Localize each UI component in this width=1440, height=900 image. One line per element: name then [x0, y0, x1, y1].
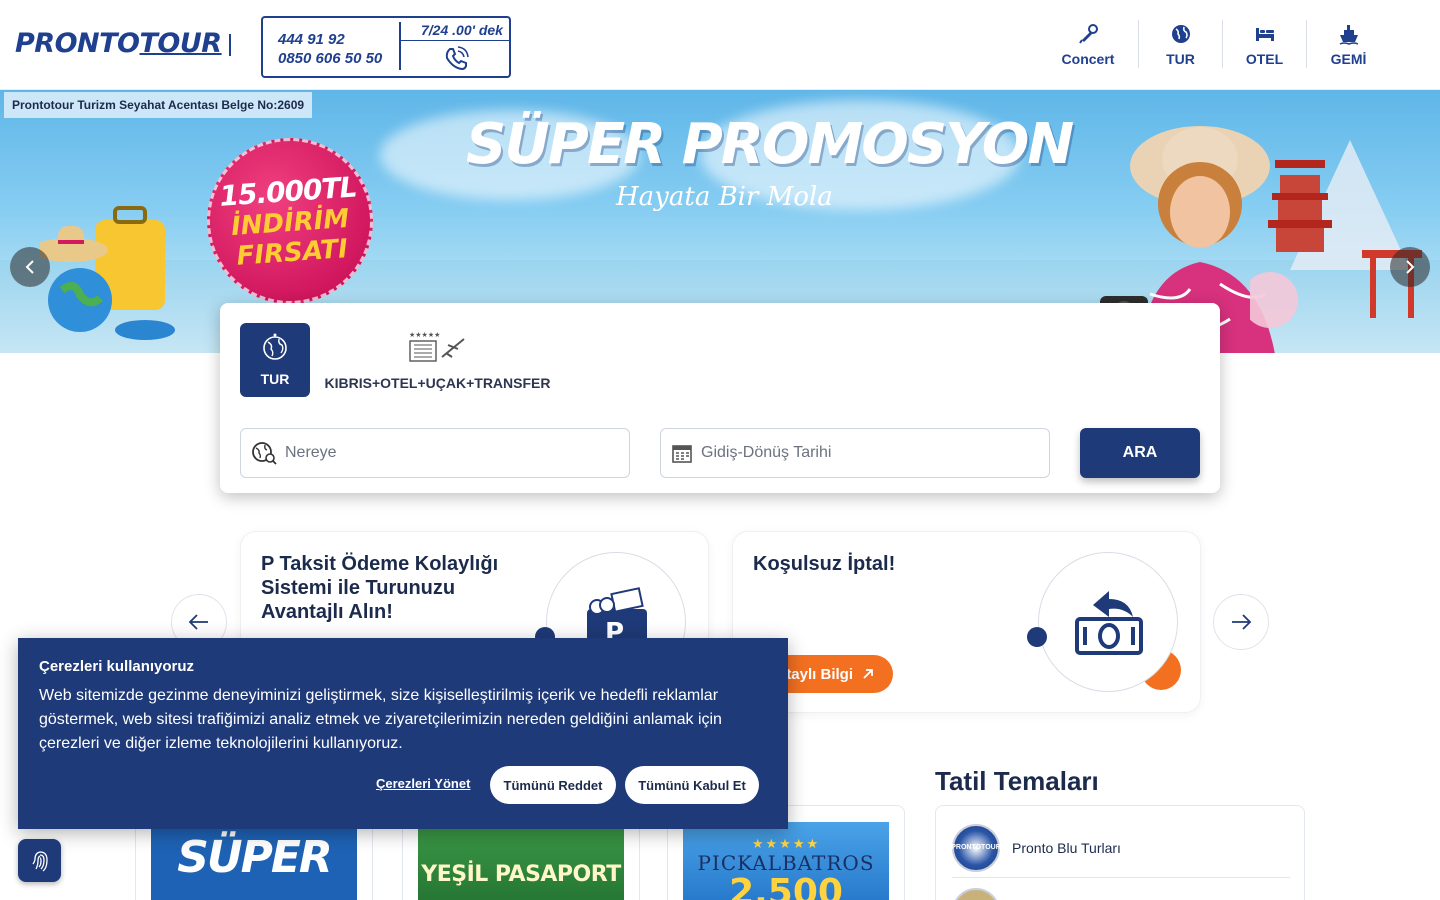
cookie-settings-button[interactable]	[18, 839, 61, 882]
phone-number-1: 444 91 92	[278, 31, 345, 48]
destination-input[interactable]	[285, 444, 605, 462]
fingerprint-icon	[31, 850, 48, 872]
support-hours: 7/24 .00' dek	[421, 22, 503, 38]
promo-image: SÜPER	[151, 822, 357, 900]
cookie-title: Çerezleri kullanıyoruz	[39, 658, 195, 675]
cookie-text: Web sitemizde gezinme deneyiminizi geliş…	[39, 687, 722, 752]
tab-kibris-label: KIBRIS+OTEL+UÇAK+TRANSFER	[324, 375, 551, 391]
phone-numbers: 444 91 92 0850 606 50 50	[278, 30, 382, 68]
cookie-banner: Çerezleri kullanıyoruz Web sitemizde gez…	[18, 638, 788, 829]
badge-line-opportunity: FIRSATI	[235, 233, 349, 272]
promo-text: YEŞİL PASAPORT	[421, 862, 621, 887]
nav-item-tur[interactable]: TUR	[1138, 20, 1222, 68]
tab-kibris-package[interactable]: ★★★★★ KIBRIS+OTEL+UÇAK+TRANSFER	[325, 331, 551, 397]
search-panel: TUR ★★★★★ KIBRIS+OTEL+UÇAK+TRANSFER ARA	[220, 303, 1220, 493]
date-input[interactable]	[701, 444, 1021, 462]
license-label: Prontotour Turizm Seyahat Acentası Belge…	[4, 92, 313, 118]
destination-field[interactable]	[240, 428, 630, 478]
nav-label-concert: Concert	[1061, 51, 1115, 67]
tab-tur-label: TUR	[260, 371, 290, 387]
accept-all-button[interactable]: Tümünü Kabul Et	[625, 766, 759, 804]
chevron-right-icon	[1406, 260, 1415, 274]
card-icon-circle	[1038, 552, 1178, 692]
main-nav: Concert TUR OTEL GEMİ	[1038, 20, 1390, 68]
globe-icon	[1171, 25, 1190, 43]
arrow-left-icon	[188, 614, 208, 630]
pagoda-illustration	[1250, 140, 1422, 328]
card-title: P Taksit Ödeme Kolaylığı Sistemi ile Tur…	[261, 553, 499, 623]
list-item[interactable]: PRONTOTOUR Pronto Blu Turları	[951, 818, 1290, 878]
reject-all-button[interactable]: Tümünü Reddet	[490, 766, 616, 804]
holiday-themes-title: Tatil Temaları	[935, 766, 1099, 796]
logo[interactable]: PRONTOTOUR	[15, 28, 222, 59]
logo-divider	[229, 34, 231, 56]
phone-icon	[445, 46, 469, 71]
cards-next-button[interactable]	[1213, 594, 1269, 650]
phone-box[interactable]: 444 91 92 0850 606 50 50 7/24 .00' dek	[261, 16, 511, 78]
nav-item-otel[interactable]: OTEL	[1222, 20, 1306, 68]
promo-image: YEŞİL PASAPORT	[418, 822, 624, 900]
promo-text: SÜPER	[177, 832, 333, 883]
nav-item-gemi[interactable]: GEMİ	[1306, 20, 1390, 68]
decor-dot	[1027, 627, 1047, 647]
phone-divider-h	[401, 40, 509, 41]
nav-label-otel: OTEL	[1245, 51, 1284, 67]
promo-stars: ★★★★★	[751, 836, 821, 851]
date-field[interactable]	[660, 428, 1050, 478]
globe-search-icon	[252, 442, 277, 465]
hero-prev-button[interactable]	[10, 247, 50, 287]
arrow-right-icon	[1232, 614, 1252, 630]
holiday-themes-list: PRONTOTOUR Pronto Blu Turları	[935, 805, 1305, 900]
promo-price: 2.500	[729, 872, 843, 900]
hotel-plane-icon: ★★★★★	[409, 331, 465, 362]
page: PRONTOTOUR 444 91 92 0850 606 50 50 7/24…	[0, 0, 1440, 900]
avatar: PRONTOTOUR	[951, 823, 1001, 872]
phone-number-2: 0850 606 50 50	[278, 50, 383, 67]
search-button[interactable]: ARA	[1080, 428, 1200, 478]
hero-subtitle: Hayata Bir Mola	[616, 182, 833, 212]
calendar-icon	[672, 445, 692, 463]
ship-icon	[1339, 25, 1358, 45]
feature-card-cancellation[interactable]: Koşulsuz İptal! Detaylı Bilgi	[732, 531, 1201, 713]
concert-icon	[1079, 24, 1098, 44]
hero-next-button[interactable]	[1390, 247, 1430, 287]
refund-icon	[1075, 591, 1143, 655]
site-header: PRONTOTOUR 444 91 92 0850 606 50 50 7/24…	[0, 0, 1440, 90]
manage-cookies-link[interactable]: Çerezleri Yönet	[376, 776, 470, 791]
nav-item-concert[interactable]: Concert	[1038, 20, 1138, 68]
chevron-left-icon	[25, 260, 34, 274]
phone-divider	[399, 22, 401, 70]
promo-image: ★★★★★ PICKALBATROS 2.500	[683, 822, 889, 900]
card-title: Koşulsuz İptal!	[753, 553, 896, 575]
hero-title: SÜPER PROMOSYON	[466, 112, 1074, 177]
suitcase-illustration	[40, 206, 175, 340]
avatar[interactable]	[952, 888, 1000, 900]
arrow-up-right-icon	[863, 669, 873, 679]
nav-label-tur: TUR	[1166, 51, 1195, 67]
tab-tur[interactable]: TUR	[240, 323, 310, 397]
nav-label-gemi: GEMİ	[1330, 51, 1367, 67]
promo-hotel-name: PICKALBATROS	[697, 851, 875, 875]
list-item-label: Pronto Blu Turları	[1012, 839, 1121, 856]
svg-text:★★★★★: ★★★★★	[409, 331, 440, 339]
bed-icon	[1255, 28, 1274, 41]
globe-icon	[263, 333, 287, 360]
